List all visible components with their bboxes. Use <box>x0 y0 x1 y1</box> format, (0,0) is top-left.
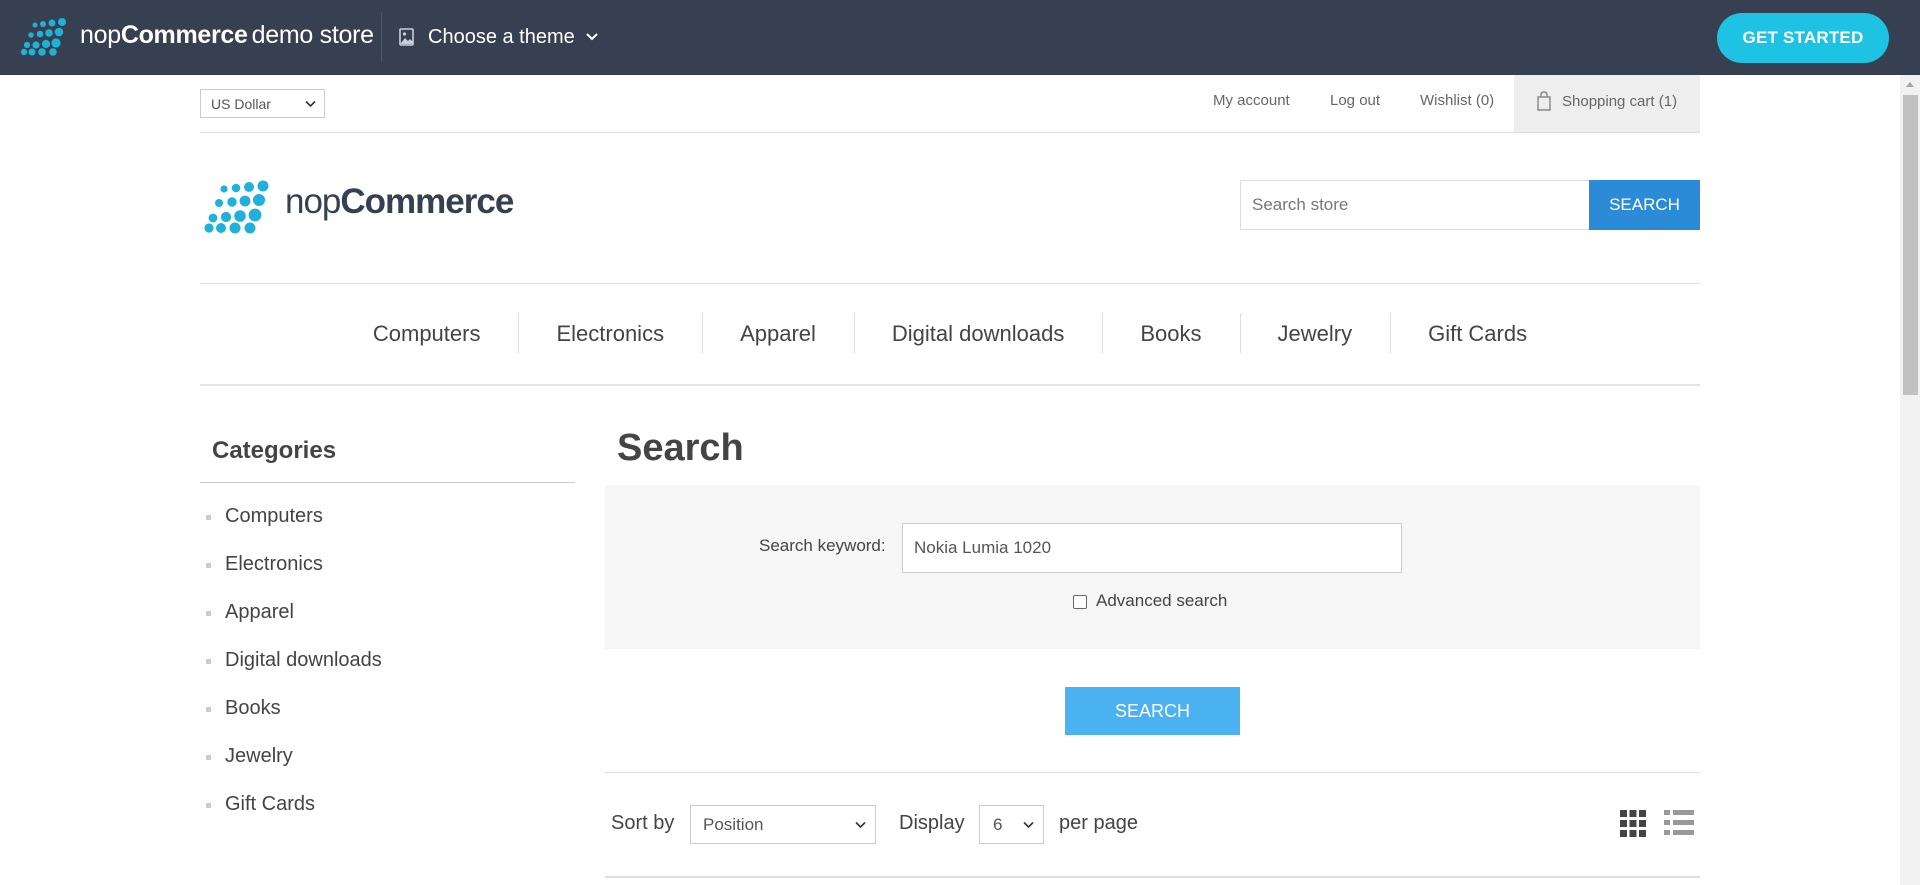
currency-value: US Dollar <box>211 95 271 112</box>
chevron-down-icon <box>586 33 598 41</box>
bullet-icon <box>206 515 211 520</box>
logo-thin-text: nop <box>285 182 341 221</box>
logo-bold-text: Commerce <box>340 182 514 221</box>
store-search-button[interactable]: SEARCH <box>1589 180 1700 230</box>
chevron-down-icon <box>305 100 316 108</box>
results-bottom-divider <box>605 876 1700 878</box>
menu-item-apparel[interactable]: Apparel <box>702 313 854 353</box>
menu-item-electronics[interactable]: Electronics <box>518 313 702 353</box>
choose-theme-dropdown[interactable]: Choose a theme <box>398 20 599 54</box>
currency-select[interactable]: US Dollar <box>200 89 325 118</box>
nopcommerce-logo-icon[interactable] <box>203 180 273 234</box>
store-logo-text[interactable]: nopCommerce <box>285 182 514 222</box>
menu-item-digital-downloads[interactable]: Digital downloads <box>853 313 1102 353</box>
category-label: Jewelry <box>225 745 293 767</box>
nopcommerce-logo-icon[interactable] <box>20 18 72 56</box>
demo-top-bar: nopCommerce demo store Choose a theme GET… <box>0 0 1920 75</box>
search-keyword-value: Nokia Lumia 1020 <box>914 538 1052 557</box>
my-account-link[interactable]: My account <box>1213 92 1290 109</box>
category-item-jewelry[interactable]: Jewelry <box>205 745 382 793</box>
brand-suffix-text: demo store <box>251 21 374 49</box>
category-item-gift-cards[interactable]: Gift Cards <box>205 793 382 841</box>
chevron-down-icon <box>855 821 866 829</box>
bullet-icon <box>206 707 211 712</box>
categories-list: Computers Electronics Apparel Digital do… <box>205 505 382 841</box>
choose-theme-label: Choose a theme <box>428 25 575 48</box>
category-item-computers[interactable]: Computers <box>205 505 382 553</box>
categories-title: Categories <box>212 437 337 464</box>
chevron-down-icon <box>1023 821 1034 829</box>
category-label: Apparel <box>225 601 294 623</box>
brand-bold-text: Commerce <box>120 21 248 49</box>
wishlist-link[interactable]: Wishlist (0) <box>1420 92 1494 109</box>
shopping-bag-icon <box>1537 91 1551 111</box>
search-keyword-label: Search keyword: <box>759 536 886 555</box>
bullet-icon <box>206 803 211 808</box>
menu-bottom-divider <box>200 384 1700 386</box>
advanced-search-label[interactable]: Advanced search <box>1096 591 1227 611</box>
advanced-search-checkbox[interactable] <box>1073 595 1087 609</box>
search-submit-button[interactable]: SEARCH <box>1065 687 1240 735</box>
brand-thin-text: nop <box>80 21 121 49</box>
scrollbar-thumb[interactable] <box>1903 95 1918 395</box>
page-title: Search <box>617 427 744 469</box>
sort-by-value: Position <box>703 814 764 834</box>
category-label: Digital downloads <box>225 649 382 671</box>
bullet-icon <box>206 755 211 760</box>
sort-by-select[interactable]: Position <box>690 805 876 844</box>
list-view-icon[interactable] <box>1664 810 1694 836</box>
shopping-cart-link[interactable]: Shopping cart (1) <box>1514 75 1700 132</box>
category-item-digital-downloads[interactable]: Digital downloads <box>205 649 382 697</box>
menu-item-gift-cards[interactable]: Gift Cards <box>1390 313 1565 353</box>
category-label: Computers <box>225 505 323 527</box>
categories-divider <box>200 482 575 483</box>
menu-item-books[interactable]: Books <box>1102 313 1239 353</box>
top-menu: Computers Electronics Apparel Digital do… <box>200 284 1700 384</box>
category-item-apparel[interactable]: Apparel <box>205 601 382 649</box>
category-label: Electronics <box>225 553 323 575</box>
bullet-icon <box>206 611 211 616</box>
store-search-input[interactable]: Search store <box>1240 180 1590 230</box>
page-size-value: 6 <box>993 814 1003 834</box>
menu-item-jewelry[interactable]: Jewelry <box>1239 313 1391 353</box>
get-started-button[interactable]: GET STARTED <box>1717 13 1889 63</box>
image-icon <box>399 28 414 46</box>
results-top-divider <box>605 772 1700 773</box>
page-size-select[interactable]: 6 <box>979 805 1044 844</box>
shopping-cart-label: Shopping cart (1) <box>1562 93 1678 110</box>
demo-store-title[interactable]: nopCommerce demo store <box>80 18 374 52</box>
category-item-electronics[interactable]: Electronics <box>205 553 382 601</box>
log-out-link[interactable]: Log out <box>1330 92 1380 109</box>
display-label: Display <box>899 812 965 834</box>
scroll-up-arrow-icon[interactable] <box>1906 82 1914 87</box>
per-page-label: per page <box>1059 812 1138 834</box>
category-item-books[interactable]: Books <box>205 697 382 745</box>
sort-by-label: Sort by <box>611 812 675 834</box>
bullet-icon <box>206 563 211 568</box>
grid-view-icon[interactable] <box>1620 810 1646 837</box>
menu-item-computers[interactable]: Computers <box>335 321 519 347</box>
bullet-icon <box>206 659 211 664</box>
header-divider <box>200 132 1700 133</box>
search-placeholder: Search store <box>1252 195 1349 214</box>
search-keyword-input[interactable]: Nokia Lumia 1020 <box>902 523 1402 573</box>
category-label: Gift Cards <box>225 793 316 815</box>
category-label: Books <box>225 697 281 719</box>
divider <box>381 12 382 62</box>
